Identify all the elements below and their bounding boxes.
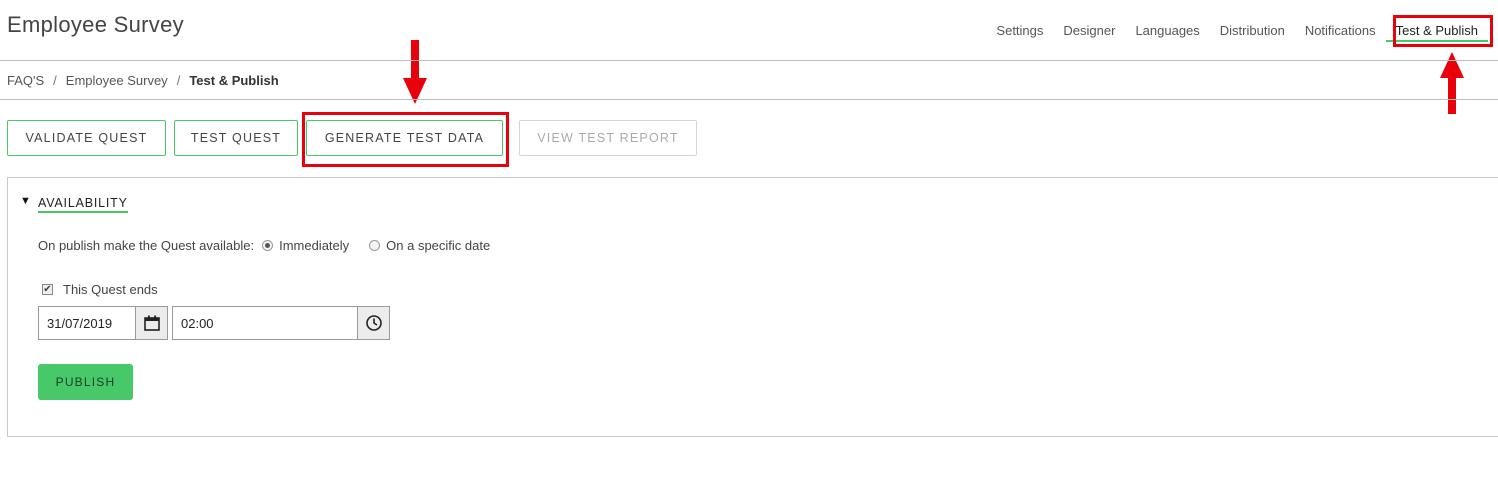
breadcrumb-separator: /: [53, 73, 57, 88]
top-navigation: Settings Designer Languages Distribution…: [986, 20, 1488, 42]
caret-down-icon[interactable]: ▼: [20, 195, 31, 207]
radio-immediately[interactable]: [262, 240, 274, 251]
radio-specific-date-label[interactable]: On a specific date: [386, 238, 490, 253]
breadcrumb-faqs[interactable]: FAQ'S: [7, 73, 44, 88]
page-title: Employee Survey: [7, 12, 184, 37]
radio-immediately-label[interactable]: Immediately: [279, 238, 349, 253]
nav-test-publish[interactable]: Test & Publish: [1385, 20, 1488, 42]
nav-notifications[interactable]: Notifications: [1295, 20, 1386, 42]
quest-ends-checkbox[interactable]: ✔: [42, 284, 53, 295]
publish-availability-label: On publish make the Quest available:: [38, 238, 255, 253]
annotation-arrow-down: [403, 40, 427, 104]
calendar-icon[interactable]: [135, 307, 167, 339]
publish-button[interactable]: PUBLISH: [38, 364, 133, 400]
quest-ends-row: ✔ This Quest ends: [42, 282, 158, 297]
end-time-input[interactable]: 02:00: [173, 307, 357, 339]
breadcrumb-current: Test & Publish: [189, 73, 279, 88]
breadcrumb: FAQ'S / Employee Survey / Test & Publish: [7, 73, 279, 88]
nav-settings[interactable]: Settings: [986, 20, 1053, 42]
breadcrumb-divider: [0, 99, 1498, 100]
test-quest-button[interactable]: TEST QUEST: [174, 120, 298, 156]
end-date-field[interactable]: 31/07/2019: [38, 306, 168, 340]
nav-distribution[interactable]: Distribution: [1210, 20, 1295, 42]
end-date-input[interactable]: 31/07/2019: [39, 307, 135, 339]
availability-options: On publish make the Quest available: Imm…: [38, 238, 502, 253]
nav-designer[interactable]: Designer: [1053, 20, 1125, 42]
view-test-report-button[interactable]: VIEW TEST REPORT: [519, 120, 697, 156]
radio-specific-date[interactable]: [369, 240, 381, 251]
annotation-arrow-up: [1440, 52, 1464, 114]
breadcrumb-employee-survey[interactable]: Employee Survey: [66, 73, 168, 88]
header-divider: [0, 60, 1498, 61]
nav-languages[interactable]: Languages: [1125, 20, 1209, 42]
end-time-field[interactable]: 02:00: [172, 306, 390, 340]
clock-icon[interactable]: [357, 307, 389, 339]
breadcrumb-separator: /: [176, 73, 181, 88]
availability-section-title[interactable]: AVAILABILITY: [38, 195, 128, 213]
generate-test-data-button[interactable]: GENERATE TEST DATA: [306, 120, 503, 156]
quest-ends-label[interactable]: This Quest ends: [63, 282, 158, 297]
availability-panel: ▼ AVAILABILITY On publish make the Quest…: [7, 177, 1498, 437]
validate-quest-button[interactable]: VALIDATE QUEST: [7, 120, 166, 156]
